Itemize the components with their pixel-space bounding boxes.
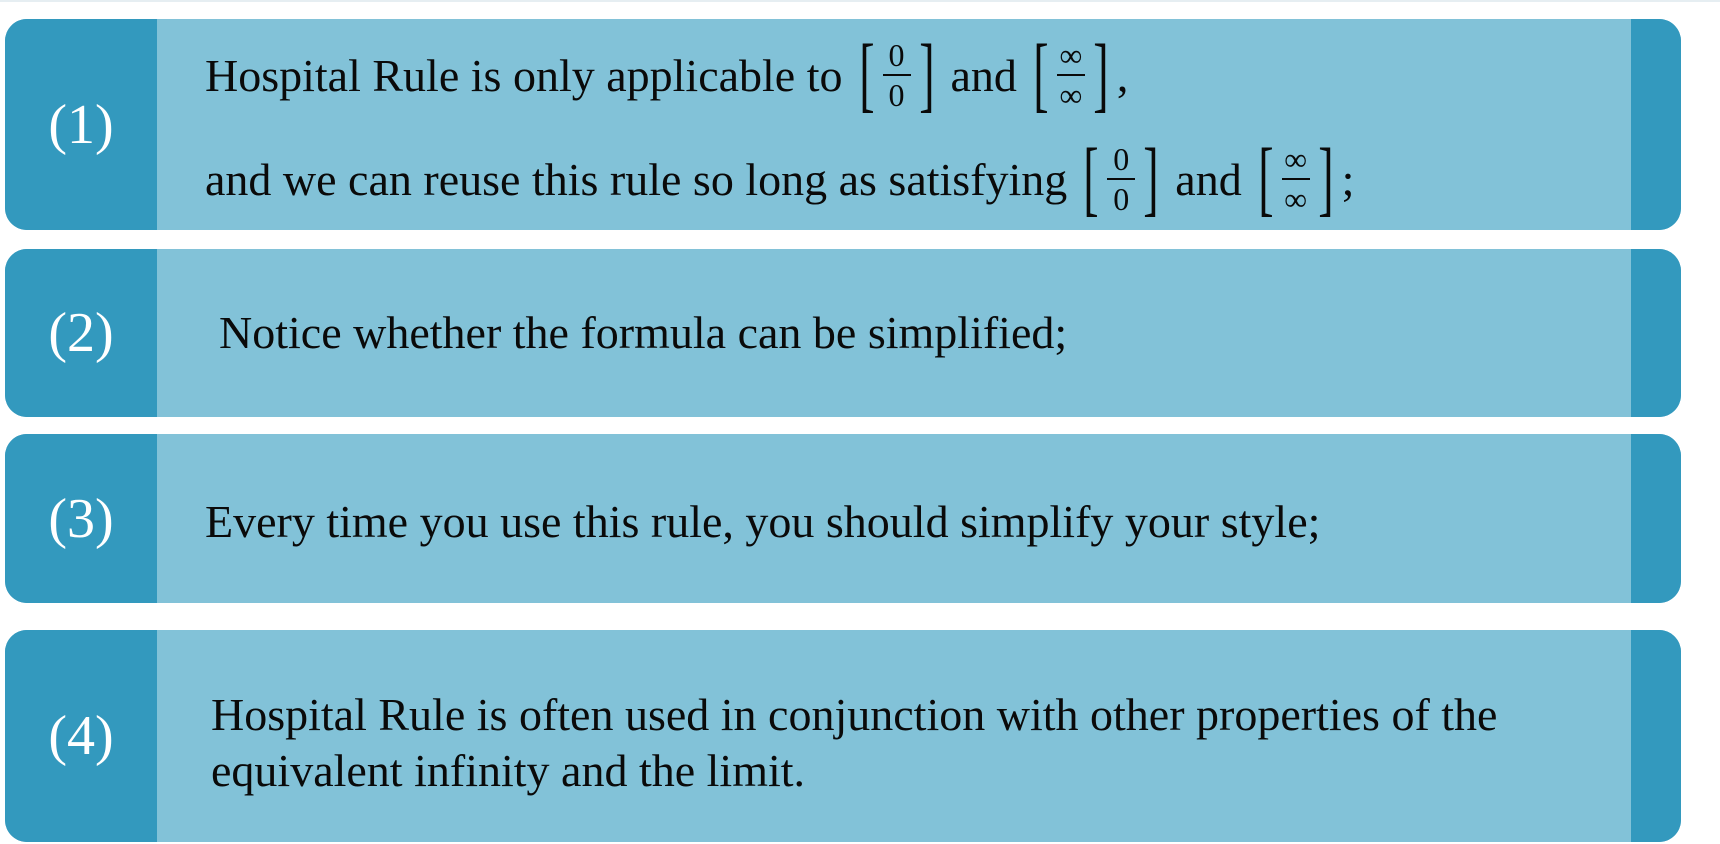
right-bracket: ] bbox=[918, 28, 935, 121]
item-body: Notice whether the formula can be simpli… bbox=[157, 249, 1631, 417]
fraction-denominator: 0 bbox=[1113, 181, 1130, 217]
fraction-numerator: ∞ bbox=[1059, 37, 1083, 73]
top-divider bbox=[0, 0, 1720, 2]
fraction-numerator: 0 bbox=[1113, 141, 1130, 177]
right-bracket: ] bbox=[1317, 132, 1334, 225]
fraction-zero-over-zero: [ 0 0 ] bbox=[853, 33, 941, 117]
left-bracket: [ bbox=[1083, 132, 1100, 225]
fraction-stack: ∞ ∞ bbox=[1280, 143, 1312, 215]
item-number: (3) bbox=[5, 434, 157, 603]
right-bracket: ] bbox=[1093, 28, 1109, 121]
fraction-infinity-over-infinity: [ ∞ ∞ ] bbox=[1027, 33, 1115, 117]
fraction-denominator: 0 bbox=[888, 77, 905, 113]
left-bracket: [ bbox=[1257, 132, 1274, 225]
text-segment: equivalent infinity and the limit. bbox=[211, 744, 806, 796]
fraction-infinity-over-infinity: [ ∞ ∞ ] bbox=[1252, 137, 1340, 221]
item-number: (2) bbox=[5, 249, 157, 417]
fraction-stack: ∞ ∞ bbox=[1055, 39, 1087, 111]
item-line: and we can reuse this rule so long as sa… bbox=[205, 129, 1354, 229]
fraction-bar bbox=[882, 74, 911, 76]
rule-item-3: (3) Every time you use this rule, you sh… bbox=[5, 434, 1681, 603]
text-segment: and we can reuse this rule so long as sa… bbox=[205, 153, 1068, 205]
item-line: Every time you use this rule, you should… bbox=[205, 486, 1320, 556]
text-segment: and bbox=[1175, 153, 1242, 205]
item-end-cap bbox=[1631, 19, 1681, 230]
item-line: Notice whether the formula can be simpli… bbox=[219, 297, 1067, 367]
fraction-zero-over-zero: [ 0 0 ] bbox=[1077, 137, 1165, 221]
text-segment: Hospital Rule is often used in conjuncti… bbox=[211, 688, 1498, 740]
rule-item-4: (4) Hospital Rule is often used in conju… bbox=[5, 630, 1681, 842]
fraction-stack: 0 0 bbox=[881, 39, 913, 111]
item-line: Hospital Rule is often used in conjuncti… bbox=[211, 686, 1497, 742]
rule-item-2: (2) Notice whether the formula can be si… bbox=[5, 249, 1681, 417]
item-end-cap bbox=[1631, 249, 1681, 417]
left-bracket: [ bbox=[858, 28, 875, 121]
text-segment: Every time you use this rule, you should… bbox=[205, 495, 1321, 547]
fraction-denominator: ∞ bbox=[1059, 77, 1083, 113]
fraction-numerator: ∞ bbox=[1284, 141, 1308, 177]
text-segment: and bbox=[950, 49, 1017, 101]
fraction-denominator: ∞ bbox=[1284, 181, 1308, 217]
item-body: Every time you use this rule, you should… bbox=[157, 434, 1631, 603]
text-segment: , bbox=[1116, 49, 1129, 101]
item-number: (1) bbox=[5, 19, 157, 230]
fraction-stack: 0 0 bbox=[1105, 143, 1137, 215]
fraction-numerator: 0 bbox=[888, 37, 905, 73]
rule-item-1: (1) Hospital Rule is only applicable to … bbox=[5, 19, 1681, 230]
text-segment: Hospital Rule is only applicable to bbox=[205, 49, 843, 101]
item-body: Hospital Rule is only applicable to [ 0 … bbox=[157, 19, 1631, 230]
item-number: (4) bbox=[5, 630, 157, 842]
text-segment: Notice whether the formula can be simpli… bbox=[219, 306, 1068, 358]
fraction-bar bbox=[1107, 178, 1136, 180]
item-line: equivalent infinity and the limit. bbox=[211, 742, 805, 798]
left-bracket: [ bbox=[1033, 28, 1049, 121]
text-segment: ; bbox=[1341, 153, 1355, 205]
fraction-bar bbox=[1281, 178, 1310, 180]
item-end-cap bbox=[1631, 434, 1681, 603]
fraction-bar bbox=[1056, 74, 1085, 76]
right-bracket: ] bbox=[1143, 132, 1159, 225]
item-line: Hospital Rule is only applicable to [ 0 … bbox=[205, 25, 1128, 125]
item-body: Hospital Rule is often used in conjuncti… bbox=[157, 630, 1631, 842]
item-end-cap bbox=[1631, 630, 1681, 842]
